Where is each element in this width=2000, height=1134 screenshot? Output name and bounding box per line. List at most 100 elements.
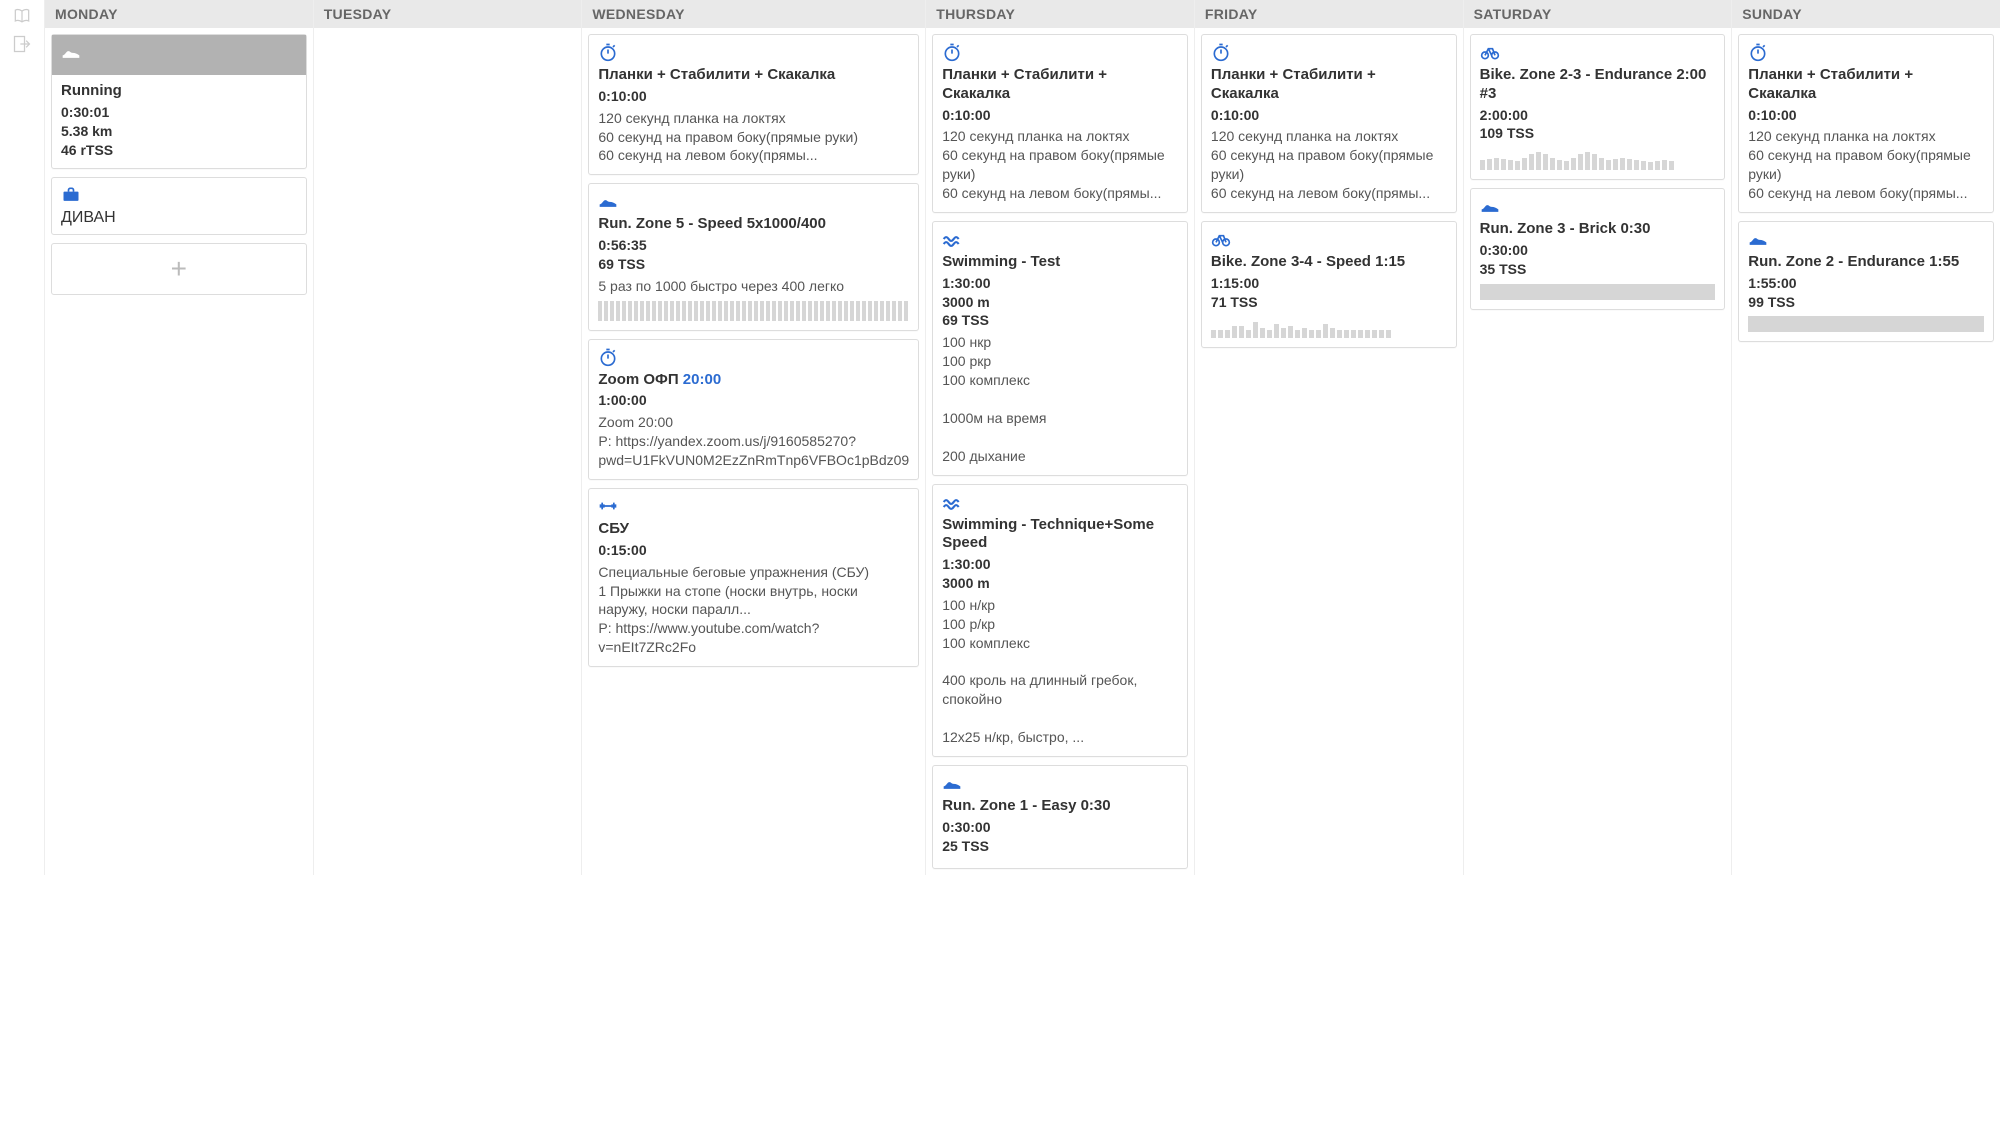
workout-description: 120 секунд планка на локтях 60 секунд на…	[598, 109, 909, 166]
workout-metric: 0:15:00	[598, 541, 909, 560]
workout-description: Zoom 20:00 P: https://yandex.zoom.us/j/9…	[598, 413, 909, 470]
workout-metric: 5.38 km	[61, 122, 297, 141]
workout-title: Run. Zone 5 - Speed 5x1000/400	[598, 215, 909, 234]
workout-card[interactable]: Zoom ОФП 20:001:00:00 Zoom 20:00 P: https…	[588, 339, 919, 480]
workout-metric: 1:55:00	[1748, 274, 1984, 293]
workout-description: 120 секунд планка на локтях 60 секунд на…	[1211, 127, 1447, 203]
stopwatch-icon	[942, 42, 1178, 62]
workout-card[interactable]: Планки + Стабилити + Скакалка 0:10:00 120 …	[588, 34, 919, 175]
stopwatch-icon	[598, 42, 909, 62]
workout-metric: 0:30:00	[1480, 241, 1716, 260]
workout-card[interactable]: Bike. Zone 2-3 - Endurance 2:00 #32:00:0…	[1470, 34, 1726, 180]
add-workout-button[interactable]: +	[51, 243, 307, 295]
day-header: FRIDAY	[1195, 0, 1463, 28]
shoe-icon	[942, 773, 1178, 793]
day-column-monday: MONDAY Running0:30:015.38 km46 rTSS ДИВАН +	[44, 0, 313, 875]
workout-card[interactable]: Run. Zone 1 - Easy 0:300:30:0025 TSS	[932, 765, 1188, 869]
shoe-icon	[61, 42, 297, 62]
workout-title: Zoom ОФП 20:00	[598, 371, 909, 390]
shoe-icon	[598, 191, 909, 211]
workout-title: Планки + Стабилити + Скакалка	[942, 66, 1178, 104]
day-column-sunday: SUNDAYПланки + Стабилити + Скакалка0:10:…	[1731, 0, 2000, 875]
workout-card[interactable]: СБУ 0:15:00 Специальные беговые упражнения…	[588, 488, 919, 667]
workout-metric: 0:10:00	[1748, 106, 1984, 125]
workout-metric: 1:00:00	[598, 391, 909, 410]
workout-card[interactable]: Bike. Zone 3-4 - Speed 1:151:15:0071 TSS	[1201, 221, 1457, 349]
workout-metric: 0:10:00	[942, 106, 1178, 125]
workout-card[interactable]: Планки + Стабилити + Скакалка 0:10:00 120 …	[1201, 34, 1457, 213]
briefcase-icon	[61, 185, 297, 205]
workout-card[interactable]: Run. Zone 5 - Speed 5x1000/4000:56:3569 …	[588, 183, 919, 330]
workout-metric: 109 TSS	[1480, 124, 1716, 143]
workout-description: 5 раз по 1000 быстро через 400 легко	[598, 277, 909, 296]
day-header: MONDAY	[45, 0, 313, 28]
day-column-saturday: SATURDAYBike. Zone 2-3 - Endurance 2:00 …	[1463, 0, 1732, 875]
workout-title: Планки + Стабилити + Скакалка	[598, 66, 909, 85]
workout-card[interactable]: Run. Zone 3 - Brick 0:300:30:0035 TSS	[1470, 188, 1726, 310]
stopwatch-icon	[1211, 42, 1447, 62]
workout-description: 100 н/кр 100 р/кр 100 комплекс 400 кроль…	[942, 596, 1178, 747]
workout-metric: 1:30:00	[942, 555, 1178, 574]
workout-metric: 3000 m	[942, 293, 1178, 312]
shoe-icon	[1480, 196, 1716, 216]
book-open-icon[interactable]	[12, 6, 32, 26]
day-column-thursday: THURSDAYПланки + Стабилити + Скакалка0:1…	[925, 0, 1194, 875]
day-body: Running0:30:015.38 km46 rTSS ДИВАН +	[45, 28, 313, 301]
workout-metric: 1:30:00	[942, 274, 1178, 293]
workout-card[interactable]: Run. Zone 2 - Endurance 1:551:55:0099 TS…	[1738, 221, 1994, 343]
workout-sparkline	[598, 301, 909, 321]
wave-icon	[942, 229, 1178, 249]
week-grid: MONDAY Running0:30:015.38 km46 rTSS ДИВАН +…	[44, 0, 2000, 875]
day-body: Планки + Стабилити + Скакалка 0:10:00 120 …	[1732, 28, 2000, 348]
workout-title: Планки + Стабилити + Скакалка	[1748, 66, 1984, 104]
workout-sparkline	[1480, 284, 1716, 300]
stopwatch-icon	[1748, 42, 1984, 62]
workout-title: Run. Zone 3 - Brick 0:30	[1480, 220, 1716, 239]
wave-icon	[942, 492, 1178, 512]
workout-metric: 0:56:35	[598, 236, 909, 255]
workout-metric: 3000 m	[942, 574, 1178, 593]
day-column-wednesday: WEDNESDAY Планки + Стабилити + Скакалка 0:…	[581, 0, 925, 875]
workout-metric: 99 TSS	[1748, 293, 1984, 312]
workout-metric: 0:10:00	[598, 87, 909, 106]
workout-description: 120 секунд планка на локтях 60 секунд на…	[942, 127, 1178, 203]
day-header: WEDNESDAY	[582, 0, 925, 28]
plus-icon: +	[171, 255, 187, 283]
day-body	[314, 28, 582, 40]
workout-description: Специальные беговые упражнения (СБУ) 1 П…	[598, 563, 909, 657]
dumbbell-icon	[598, 496, 909, 516]
bike-icon	[1480, 42, 1716, 62]
event-card[interactable]: ДИВАН	[51, 177, 307, 235]
day-column-tuesday: TUESDAY	[313, 0, 582, 875]
workout-sparkline	[1480, 148, 1716, 170]
workout-title: Bike. Zone 3-4 - Speed 1:15	[1211, 253, 1447, 272]
day-body: Планки + Стабилити + Скакалка 0:10:00 120 …	[582, 28, 925, 673]
workout-title: Планки + Стабилити + Скакалка	[1211, 66, 1447, 104]
workout-card[interactable]: Running0:30:015.38 km46 rTSS	[51, 34, 307, 169]
day-header: TUESDAY	[314, 0, 582, 28]
day-body: Планки + Стабилити + Скакалка 0:10:00 120 …	[1195, 28, 1463, 354]
workout-title: Run. Zone 1 - Easy 0:30	[942, 797, 1178, 816]
workout-title: Swimming - Technique+Some Speed	[942, 516, 1178, 554]
workout-title: Bike. Zone 2-3 - Endurance 2:00 #3	[1480, 66, 1716, 104]
workout-card[interactable]: Планки + Стабилити + Скакалка 0:10:00 120 …	[932, 34, 1188, 213]
workout-card[interactable]: Swimming - Test1:30:003000 m69 TSS100 нк…	[932, 221, 1188, 476]
workout-sparkline	[1748, 316, 1984, 332]
workout-metric: 0:30:00	[942, 818, 1178, 837]
workout-metric: 0:10:00	[1211, 106, 1447, 125]
day-body: Планки + Стабилити + Скакалка 0:10:00 120 …	[926, 28, 1194, 875]
workout-sparkline	[1211, 316, 1447, 338]
workout-description: 120 секунд планка на локтях 60 секунд на…	[1748, 127, 1984, 203]
event-title: ДИВАН	[61, 209, 297, 227]
workout-title: СБУ	[598, 520, 909, 539]
workout-title: Running	[61, 82, 297, 101]
workout-title: Swimming - Test	[942, 253, 1178, 272]
exit-icon[interactable]	[12, 34, 32, 54]
workout-card[interactable]: Swimming - Technique+Some Speed1:30:0030…	[932, 484, 1188, 757]
bike-icon	[1211, 229, 1447, 249]
workout-metric: 1:15:00	[1211, 274, 1447, 293]
workout-card[interactable]: Планки + Стабилити + Скакалка 0:10:00 120 …	[1738, 34, 1994, 213]
shoe-icon	[1748, 229, 1984, 249]
workout-metric: 69 TSS	[942, 311, 1178, 330]
left-rail	[0, 0, 44, 875]
